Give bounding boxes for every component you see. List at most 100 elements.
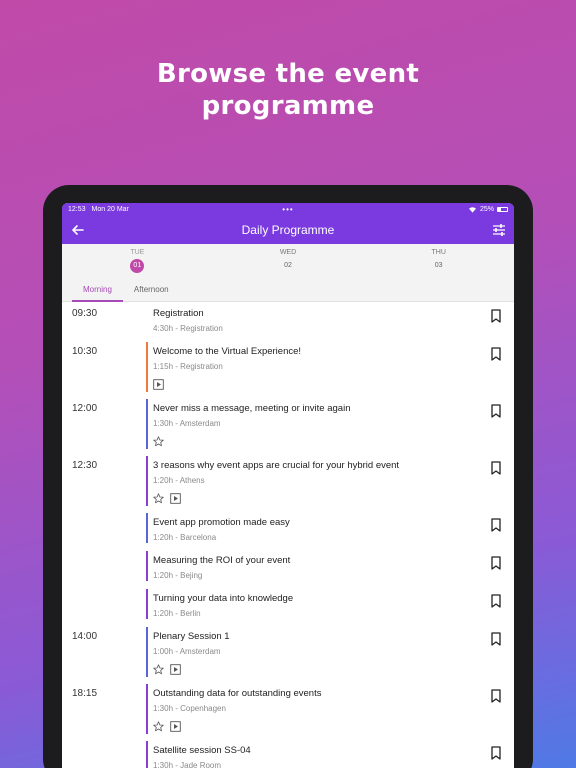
session-color-bar [146, 589, 148, 619]
session-details: 1:20h - Bejing [153, 571, 203, 580]
bookmark-icon[interactable] [490, 556, 502, 570]
session-title: Outstanding data for outstanding events [153, 688, 322, 699]
session-title: Event app promotion made easy [153, 517, 290, 528]
session-title: Measuring the ROI of your event [153, 555, 291, 566]
sliders-icon[interactable] [492, 223, 506, 237]
session-title: Registration [153, 308, 204, 319]
tab-morning[interactable]: Morning [72, 279, 123, 302]
day-number: 03 [434, 262, 443, 269]
session-color-bar [146, 513, 148, 543]
session-details: 1:30h - Jade Room [153, 761, 222, 768]
bookmark-icon[interactable] [490, 518, 502, 532]
session-details: 1:20h - Athens [153, 476, 205, 485]
app-screen: 12:53 Mon 20 Mar ••• 25% Daily Programme… [62, 203, 514, 768]
session-color-bar [146, 399, 148, 449]
star-icon[interactable] [153, 434, 164, 447]
bookmark-icon[interactable] [490, 461, 502, 475]
star-icon[interactable] [153, 491, 164, 504]
session-color-bar [146, 684, 148, 734]
star-icon[interactable] [153, 719, 164, 732]
session-details: 1:30h - Amsterdam [153, 419, 221, 428]
session-color-bar [146, 456, 148, 506]
session-row: Satellite session SS-04 1:30h - Jade Roo… [62, 741, 514, 768]
day-tab-thu[interactable]: THU 03 [363, 244, 514, 279]
session-color-bar [146, 627, 148, 677]
play-icon[interactable] [170, 719, 181, 732]
wifi-icon [468, 207, 476, 213]
session-details: 1:20h - Barcelona [153, 533, 217, 542]
play-icon[interactable] [153, 377, 164, 390]
session-color-bar [146, 551, 148, 581]
session-card[interactable]: Turning your data into knowledge 1:20h -… [146, 589, 486, 619]
session-row: 14:00 Plenary Session 1 1:00h - Amsterda… [62, 627, 514, 677]
day-name: WED [279, 249, 297, 256]
play-icon[interactable] [170, 491, 181, 504]
bookmark-icon[interactable] [490, 632, 502, 646]
session-color-bar [146, 304, 148, 334]
session-row: 09:30 Registration 4:30h - Registration [62, 304, 514, 334]
bookmark-icon[interactable] [490, 404, 502, 418]
session-row: Measuring the ROI of your event 1:20h - … [62, 551, 514, 581]
session-details: 1:30h - Copenhagen [153, 704, 226, 713]
day-tab-tue[interactable]: TUE 01 [62, 244, 213, 279]
session-card[interactable]: Measuring the ROI of your event 1:20h - … [146, 551, 486, 581]
multitask-dots[interactable]: ••• [282, 205, 293, 214]
session-details: 1:20h - Berlin [153, 609, 201, 618]
headline-line-2: programme [201, 91, 375, 121]
session-details: 1:15h - Registration [153, 362, 223, 371]
session-color-bar [146, 741, 148, 768]
play-icon[interactable] [170, 662, 181, 675]
bookmark-icon[interactable] [490, 347, 502, 361]
session-time: 12:30 [72, 460, 98, 471]
session-card[interactable]: Welcome to the Virtual Experience! 1:15h… [146, 342, 486, 392]
session-row: 12:00 Never miss a message, meeting or i… [62, 399, 514, 449]
status-bar: 12:53 Mon 20 Mar ••• 25% [62, 203, 514, 216]
session-card[interactable]: 3 reasons why event apps are crucial for… [146, 456, 486, 506]
session-row: Event app promotion made easy 1:20h - Ba… [62, 513, 514, 543]
session-title: Turning your data into knowledge [153, 593, 294, 604]
bookmark-icon[interactable] [490, 689, 502, 703]
headline: Browse the event programme [0, 58, 576, 122]
session-title: Satellite session SS-04 [153, 745, 251, 756]
day-number: 02 [284, 262, 292, 269]
session-card[interactable]: Registration 4:30h - Registration [146, 304, 486, 334]
session-tabs: Morning Afternoon [62, 279, 514, 302]
battery-icon [497, 207, 508, 212]
session-actions [153, 719, 181, 732]
session-time: 14:00 [72, 631, 98, 642]
bookmark-icon[interactable] [490, 594, 502, 608]
day-tab-wed[interactable]: WED 02 [213, 244, 364, 279]
app-bar: Daily Programme [62, 216, 514, 244]
session-title: Welcome to the Virtual Experience! [153, 346, 302, 357]
status-date: Mon 20 Mar [91, 206, 129, 213]
arrow-left-icon[interactable] [70, 222, 86, 238]
session-card[interactable]: Outstanding data for outstanding events … [146, 684, 486, 734]
bookmark-icon[interactable] [490, 746, 502, 760]
day-selector: TUE 01 WED 02 THU 03 [62, 244, 514, 279]
session-card[interactable]: Satellite session SS-04 1:30h - Jade Roo… [146, 741, 486, 768]
star-icon[interactable] [153, 662, 164, 675]
session-time: 18:15 [72, 688, 98, 699]
session-actions [153, 434, 164, 447]
session-card[interactable]: Never miss a message, meeting or invite … [146, 399, 486, 449]
session-actions [153, 662, 181, 675]
session-card[interactable]: Plenary Session 1 1:00h - Amsterdam [146, 627, 486, 677]
day-name: THU [431, 249, 446, 256]
status-time: 12:53 [68, 206, 86, 213]
day-name: TUE [130, 249, 145, 256]
tab-afternoon[interactable]: Afternoon [123, 279, 180, 301]
session-details: 1:00h - Amsterdam [153, 647, 221, 656]
session-actions [153, 491, 181, 504]
session-title: Plenary Session 1 [153, 631, 230, 642]
session-title: Never miss a message, meeting or invite … [153, 403, 351, 414]
session-row: Turning your data into knowledge 1:20h -… [62, 589, 514, 619]
session-details: 4:30h - Registration [153, 324, 223, 333]
session-row: 12:30 3 reasons why event apps are cruci… [62, 456, 514, 506]
session-card[interactable]: Event app promotion made easy 1:20h - Ba… [146, 513, 486, 543]
session-time: 09:30 [72, 308, 98, 319]
bookmark-icon[interactable] [490, 309, 502, 323]
session-time: 12:00 [72, 403, 98, 414]
day-number: 01 [130, 259, 145, 273]
session-row: 10:30 Welcome to the Virtual Experience!… [62, 342, 514, 392]
page-title: Daily Programme [241, 223, 335, 237]
